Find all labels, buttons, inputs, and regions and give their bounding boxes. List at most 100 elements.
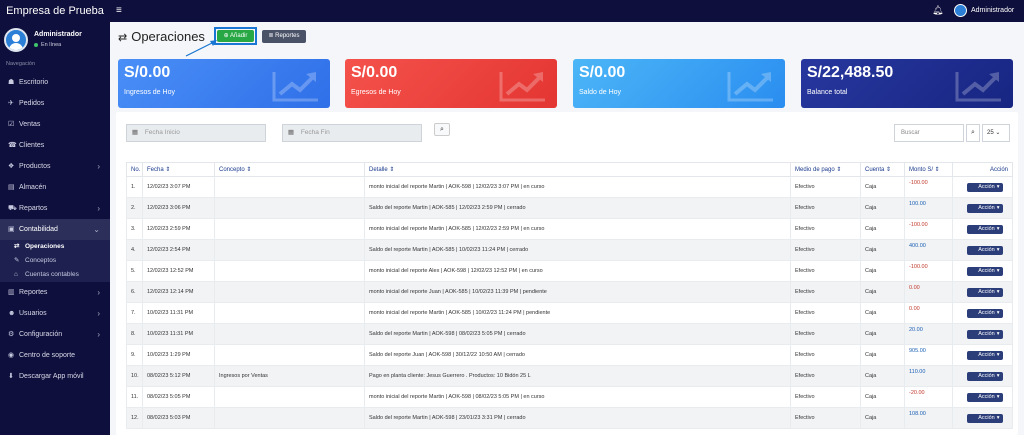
card-amount: S/0.00 [579,64,626,81]
avatar [4,28,28,52]
sidebar-subitem-cuentas-contables[interactable]: ⌂ Cuentas contables [0,268,110,282]
action-button[interactable]: Acción ▾ [966,350,1003,360]
table-row: 1. 12/02/23 3:07 PM monto inicial del repo… [126,176,1013,198]
action-button[interactable]: Acción ▾ [966,266,1003,276]
truck-icon: ⛟ [8,205,17,212]
sidebar-item-descargar-app[interactable]: ⬇ Descargar App móvil [0,366,110,387]
caret-down-icon: ▾ [996,393,1000,400]
sidebar-item-centro-de-soporte[interactable]: ◉ Centro de soporte [0,345,110,366]
column-header[interactable]: Cuenta ⇕ [860,162,905,177]
sidebar-item-usuarios[interactable]: ☻ Usuarios › [0,303,110,324]
add-button[interactable]: ⊕ Añadir [217,30,254,42]
action-button[interactable]: Acción ▾ [966,392,1003,402]
accounting-icon: ▣ [8,226,15,233]
chevron-right-icon: › [97,288,100,297]
chart-trend-icon [272,72,318,102]
table-cell: 10. [126,365,143,387]
action-button[interactable]: Acción ▾ [966,413,1003,423]
table-cell: monto inicial del reporte Martin | AOK-5… [364,386,791,408]
table-cell: 8. [126,323,143,345]
sidebar-item-contabilidad[interactable]: ▣ Contabilidad ⌄ [0,219,110,240]
sidebar-item-escritorio[interactable]: ☗ Escritorio [0,72,110,93]
table-cell: Acción ▾ [952,302,1013,324]
sidebar-item-ventas[interactable]: ☑ Ventas [0,114,110,135]
action-button[interactable]: Acción ▾ [966,308,1003,318]
users-icon: ☻ [8,310,16,317]
chart-trend-icon [499,72,545,102]
table-row: 3. 12/02/23 2:59 PM monto inicial del repo… [126,218,1013,240]
table-cell: 10/02/23 11:31 PM [142,302,215,324]
caret-down-icon: ▾ [996,351,1000,358]
sidebar-item-repartos[interactable]: ⛟ Repartos › [0,198,110,219]
table-cell: Acción ▾ [952,365,1013,387]
sidebar-subitem-conceptos[interactable]: ✎ Conceptos [0,254,110,268]
table-cell: Caja [860,323,905,345]
user-status: En línea [34,42,61,48]
column-header[interactable]: Detalle ⇕ [364,162,791,177]
action-button[interactable]: Acción ▾ [966,182,1003,192]
sidebar-subitem-operaciones[interactable]: ⇄ Operaciones [0,240,110,254]
search-input[interactable]: Buscar [894,124,964,142]
chevron-right-icon: › [97,162,100,171]
filter-search-button[interactable]: ⌕ [434,123,450,136]
action-button[interactable]: Acción ▾ [966,371,1003,381]
table-cell: monto inicial del reporte Martin | AOK-5… [364,176,791,198]
table-cell: 10/02/23 1:29 PM [142,344,215,366]
contabilidad-submenu: ⇄ Operaciones ✎ Conceptos ⌂ Cuentas contabl… [0,240,110,282]
column-header[interactable]: Fecha ⇕ [142,162,215,177]
sidebar-item-productos[interactable]: ❖ Productos › [0,156,110,177]
chevron-right-icon: › [97,330,100,339]
action-button[interactable]: Acción ▾ [966,245,1003,255]
bell-icon[interactable]: 🔔︎ [932,5,943,16]
calendar-icon: ▦ [131,129,139,136]
table-row: 12. 08/02/23 5:03 PM Saldo del reporte Mar… [126,407,1013,429]
card-ingresos: S/0.00 Ingresos de Hoy [118,59,330,108]
table-cell: Caja [860,407,905,429]
table-cell: Pago en planta cliente: Jesus Guerrero .… [364,365,791,387]
sidebar-item-reportes[interactable]: ▥ Reportes › [0,282,110,303]
caret-down-icon: ▾ [996,372,1000,379]
column-header[interactable]: Concepto ⇕ [214,162,365,177]
table-cell: -100.00 [904,176,953,198]
send-icon: ✈ [8,100,14,107]
column-header[interactable]: Monto S/ ⇕ [904,162,953,177]
avatar[interactable] [954,4,967,17]
action-button[interactable]: Acción ▾ [966,224,1003,234]
start-date-input[interactable]: ▦ Fecha Inicio [126,124,266,142]
card-saldo: S/0.00 Saldo de Hoy [573,59,785,108]
sidebar: Administrador En línea Navegación ☗ Escri… [0,22,110,435]
table-row: 7. 10/02/23 11:31 PM monto inicial del rep… [126,302,1013,324]
table-cell [214,407,365,429]
action-button[interactable]: Acción ▾ [966,203,1003,213]
top-user-name[interactable]: Administrador [971,0,1014,22]
table-cell: Caja [860,176,905,198]
top-bar: Empresa de Prueba ≡ 🔔︎ Administrador [0,0,1024,22]
table-cell: 20.00 [904,323,953,345]
action-button[interactable]: Acción ▾ [966,329,1003,339]
sidebar-item-pedidos[interactable]: ✈ Pedidos [0,93,110,114]
caret-down-icon: ▾ [996,330,1000,337]
table-cell: -100.00 [904,260,953,282]
table-cell: Efectivo [790,281,861,303]
column-header[interactable]: Medio de pago ⇕ [790,162,861,177]
chevron-down-icon: ⌄ [93,225,100,234]
search-button[interactable]: ⌕ [966,124,980,142]
brand-name[interactable]: Empresa de Prueba [0,0,110,22]
action-button[interactable]: Acción ▾ [966,287,1003,297]
reports-button[interactable]: ≣ Reportes [262,30,306,43]
sidebar-item-almacen[interactable]: ▤ Almacén [0,177,110,198]
caret-down-icon: ▾ [996,414,1000,421]
table-row: 11. 08/02/23 5:05 PM monto inicial del rep… [126,386,1013,408]
table-cell: Saldo del reporte Martin | AOK-598 | 23/… [364,407,791,429]
table-cell: 12/02/23 3:07 PM [142,176,215,198]
table-cell: Efectivo [790,239,861,261]
calendar-icon: ▦ [287,129,295,136]
add-button-highlight: ⊕ Añadir [214,27,257,45]
gear-icon: ⚙ [8,331,15,338]
page-size-select[interactable]: 25 ⌄ [982,124,1010,142]
sidebar-item-clientes[interactable]: ☎ Clientes [0,135,110,156]
sidebar-item-configuracion[interactable]: ⚙ Configuración › [0,324,110,345]
end-date-input[interactable]: ▦ Fecha Fin [282,124,422,142]
menu-toggle-icon[interactable]: ≡ [116,5,122,16]
table-cell: 08/02/23 5:05 PM [142,386,215,408]
